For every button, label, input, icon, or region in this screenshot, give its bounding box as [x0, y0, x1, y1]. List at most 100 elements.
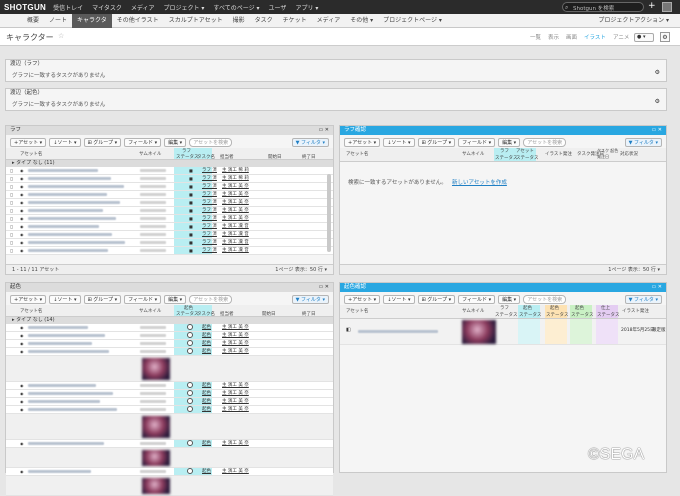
table-row[interactable]: ◻ ◉ ■ ラフ 済主 演工 稀 莉	[6, 167, 333, 175]
asset-name-redacted[interactable]	[28, 400, 100, 403]
edit-button[interactable]: 編集 ▾	[164, 294, 187, 304]
fields-button[interactable]: フィールド ▾	[458, 294, 496, 304]
assignee-link[interactable]: 主 演工 美 奈	[222, 390, 249, 397]
thumbnail-placeholder[interactable]	[140, 400, 166, 403]
thumbnail-row[interactable]	[6, 414, 333, 440]
thumbnail-placeholder[interactable]	[140, 217, 166, 220]
thumbnail-row[interactable]	[6, 448, 333, 468]
assignee-link[interactable]: 主 演工 美 奈	[222, 199, 249, 206]
tab-notes[interactable]: ノート	[44, 14, 72, 28]
table-row[interactable]: ◉ 起色 主 演工 美 奈	[6, 332, 333, 340]
assignee-link[interactable]: 主 演工 美 奈	[222, 398, 249, 405]
column-header-status[interactable]: ステータス	[546, 312, 569, 318]
asset-name-redacted[interactable]	[28, 177, 111, 180]
column-header-task-name[interactable]: タスク名	[197, 154, 215, 160]
status-icon[interactable]: ■	[189, 175, 193, 182]
filter-button[interactable]: ▼ フィルタ ▾	[624, 137, 662, 147]
filter-button[interactable]: ▼ フィルタ ▾	[291, 137, 329, 147]
column-header-asset-name[interactable]: アセット名	[346, 308, 368, 314]
asset-name-redacted[interactable]	[28, 201, 120, 204]
column-header-color-task-order-date[interactable]: タスク 起色 発注日	[597, 148, 619, 160]
column-header-finish[interactable]: 仕上	[601, 305, 610, 311]
view-tab-screen[interactable]: 画面	[566, 33, 577, 41]
row-checkbox[interactable]: ◻	[10, 175, 13, 182]
view-tab-anime[interactable]: アニメ	[613, 33, 629, 41]
gear-icon[interactable]: ⚙	[655, 69, 660, 76]
pager[interactable]: 1ページ 表示：50 行 ▾	[275, 265, 327, 275]
asset-thumbnail[interactable]	[142, 478, 170, 494]
tab-tasks[interactable]: タスク	[250, 14, 278, 28]
asset-name-redacted[interactable]	[28, 185, 124, 188]
table-row[interactable]: ◉ 起色 主 演工 美 奈	[6, 348, 333, 356]
thumbnail-placeholder[interactable]	[140, 408, 166, 411]
row-checkbox[interactable]: ◻	[10, 167, 13, 174]
column-header-asset-name[interactable]: アセット名	[20, 151, 42, 157]
thumbnail-row[interactable]	[6, 356, 333, 382]
clock-icon[interactable]	[187, 332, 193, 338]
task-name-link[interactable]: 起色	[202, 440, 211, 447]
column-header-rough[interactable]: ラフ	[500, 148, 509, 154]
task-name-link[interactable]: 起色	[202, 332, 211, 339]
task-name-link[interactable]: 起色	[202, 324, 211, 331]
asset-name-redacted[interactable]	[28, 334, 105, 337]
row-checkbox[interactable]: ◻	[10, 183, 13, 190]
assignee-link[interactable]: 主 演工 凜 音	[222, 239, 249, 246]
asset-search-input[interactable]: アセットを検索	[189, 137, 233, 147]
row-checkbox[interactable]: ◻	[10, 223, 13, 230]
task-name-link[interactable]: ラフ 済	[202, 239, 217, 246]
status-icon[interactable]: ■	[189, 167, 193, 174]
tab-tickets[interactable]: チケット	[278, 14, 312, 28]
task-name-link[interactable]: ラフ 済	[202, 247, 217, 254]
status-icon[interactable]: ■	[189, 191, 193, 198]
asset-name-redacted[interactable]	[28, 193, 107, 196]
table-row[interactable]: ◻ ◉ ■ ラフ 済主 演工 凜 音	[6, 231, 333, 239]
asset-name-redacted[interactable]	[358, 330, 438, 333]
assignee-link[interactable]: 主 演工 美 奈	[222, 440, 249, 447]
status-icon[interactable]: ■	[189, 207, 193, 214]
task-name-link[interactable]: 起色	[202, 398, 211, 405]
status-icon[interactable]: ■	[189, 247, 193, 254]
table-row[interactable]: ◻ ◉ ■ ラフ 済主 演工 美 奈	[6, 215, 333, 223]
edit-button[interactable]: 編集 ▾	[164, 137, 187, 147]
asset-name-redacted[interactable]	[28, 350, 109, 353]
group-button[interactable]: ⊞ グループ ▾	[417, 294, 456, 304]
clock-icon[interactable]	[187, 340, 193, 346]
task-name-link[interactable]: ラフ 済	[202, 183, 217, 190]
column-header-asset[interactable]: アセット	[516, 148, 534, 154]
sort-button[interactable]: ↓ソート ▾	[383, 294, 415, 304]
thumbnail-placeholder[interactable]	[140, 209, 166, 212]
column-header-assignee[interactable]: 担当者	[220, 154, 234, 160]
table-row[interactable]: ◉ 起色 主 演工 美 奈	[6, 324, 333, 332]
table-row[interactable]: ◉ 起色 主 演工 美 奈	[6, 340, 333, 348]
panel-window-controls[interactable]: ▭ ✕	[318, 283, 329, 292]
column-header-thumbnail[interactable]: サムネイル	[462, 308, 484, 314]
assignee-link[interactable]: 主 演工 美 奈	[222, 468, 249, 475]
add-asset-button[interactable]: +アセット ▾	[344, 294, 381, 304]
column-header-color[interactable]: 起色	[550, 305, 559, 311]
table-row[interactable]: ◻ ◉ ■ ラフ 済主 演工 美 奈	[6, 191, 333, 199]
tab-other-illustrations[interactable]: その他イラスト	[112, 14, 164, 28]
group-button[interactable]: ⊞ グループ ▾	[417, 137, 456, 147]
nav-inbox[interactable]: 受信トレイ	[53, 3, 83, 12]
row-checkbox[interactable]: ◻	[10, 199, 13, 206]
panel-window-controls[interactable]: ▭ ✕	[651, 283, 662, 292]
asset-thumbnail[interactable]	[142, 416, 170, 438]
clock-icon[interactable]	[187, 406, 193, 412]
asset-thumbnail[interactable]	[462, 320, 496, 344]
nav-people[interactable]: ユーザ	[269, 3, 287, 12]
tab-media[interactable]: メディア	[312, 14, 346, 28]
column-header-status[interactable]: ステータス	[495, 312, 518, 318]
clock-icon[interactable]	[187, 440, 193, 446]
column-header-illustration-order[interactable]: イラスト発注	[622, 308, 649, 314]
row-checkbox[interactable]: ◻	[10, 191, 13, 198]
thumbnail-placeholder[interactable]	[140, 225, 166, 228]
asset-thumbnail[interactable]	[142, 358, 170, 380]
assignee-link[interactable]: 主 演工 美 奈	[222, 332, 249, 339]
asset-name-redacted[interactable]	[28, 249, 108, 252]
status-icon[interactable]: ■	[189, 183, 193, 190]
column-header-asset-name[interactable]: アセット名	[346, 151, 368, 157]
clock-icon[interactable]	[187, 398, 193, 404]
column-header-thumbnail[interactable]: サムネイル	[139, 151, 161, 157]
asset-name-redacted[interactable]	[28, 169, 98, 172]
column-header-thumbnail[interactable]: サムネイル	[139, 308, 161, 314]
